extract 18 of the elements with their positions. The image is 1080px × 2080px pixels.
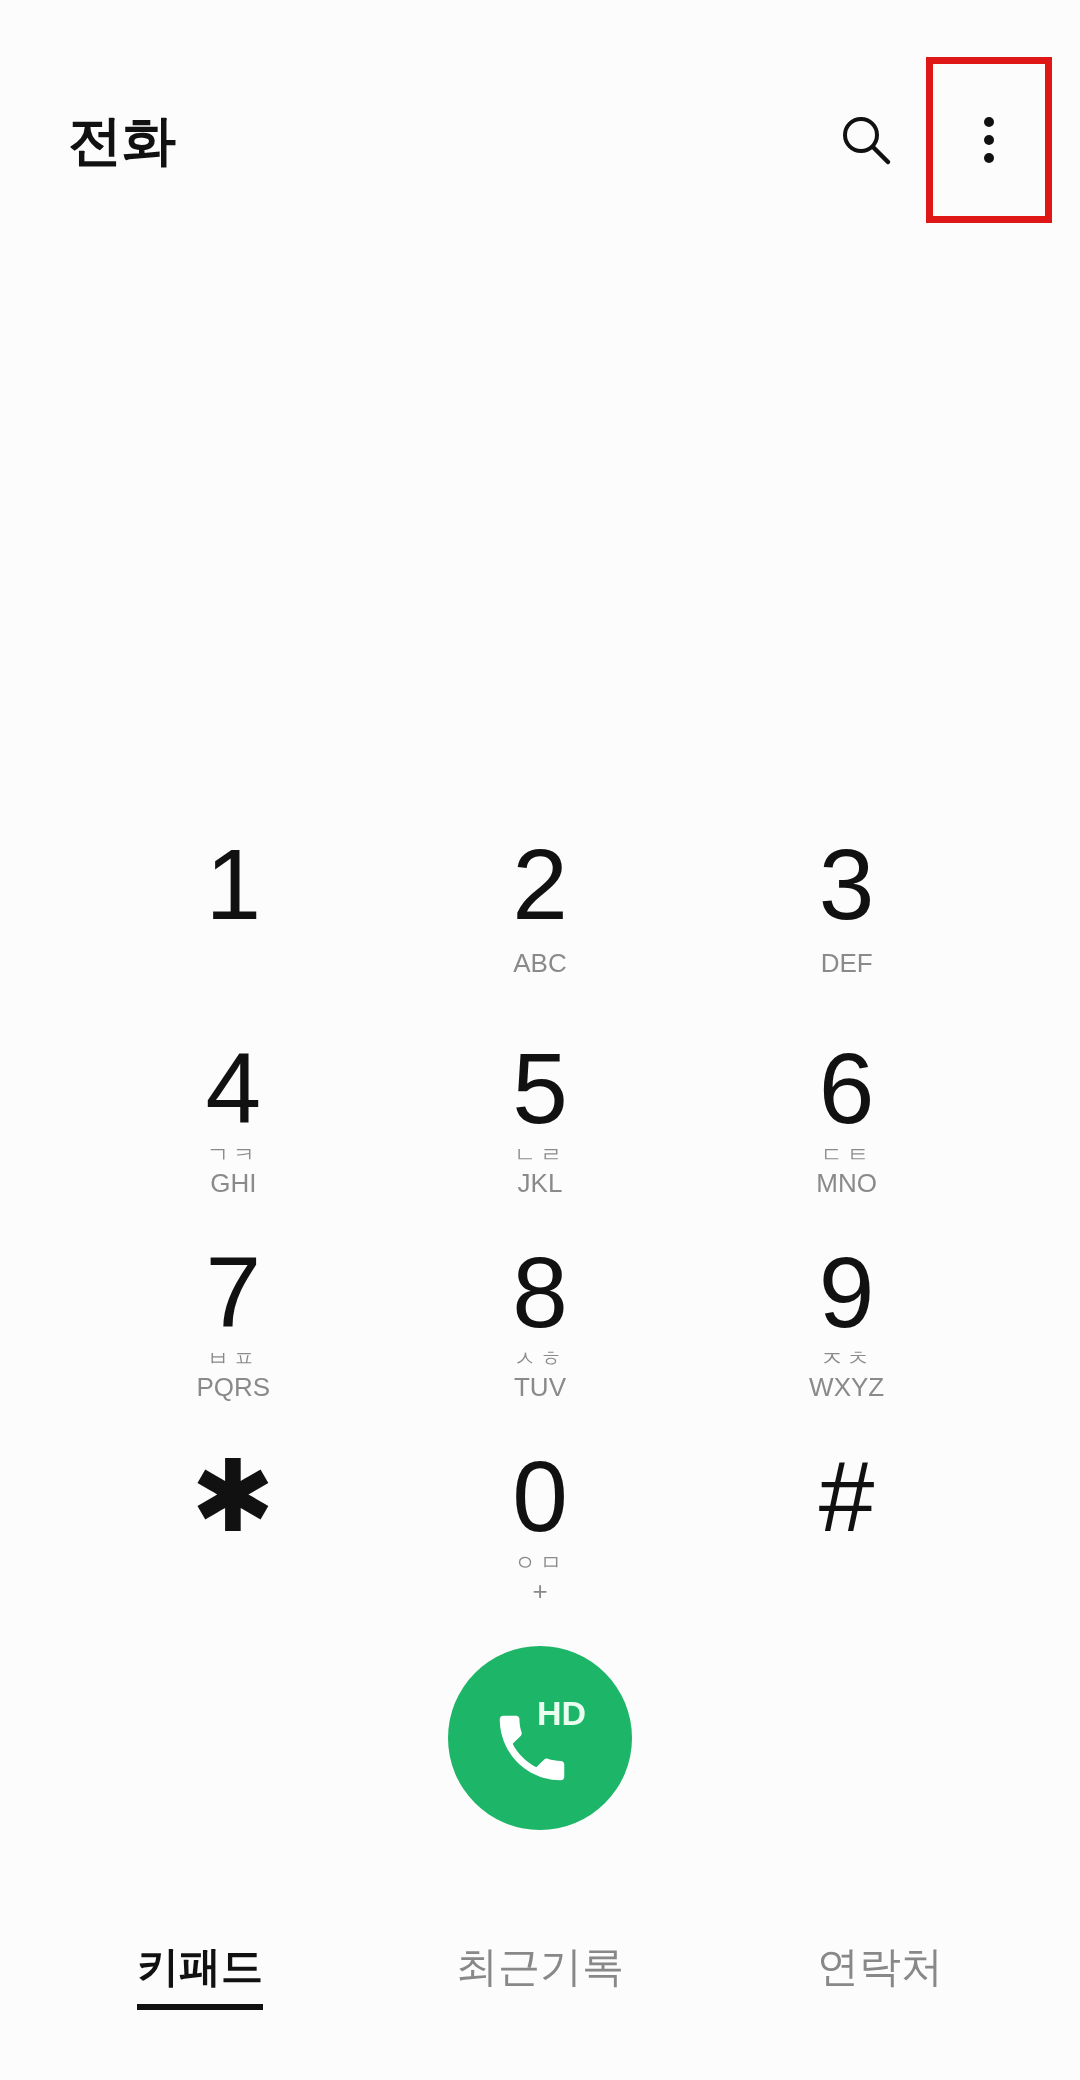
dial-key[interactable]: # (693, 1432, 1000, 1636)
dial-key[interactable]: 8 ㅅㅎ TUV (386, 1228, 694, 1432)
dial-key[interactable]: 9 ㅈㅊ WXYZ (693, 1228, 1000, 1432)
dial-key[interactable]: 4 ㄱㅋ GHI (80, 1024, 387, 1228)
hd-label: HD (536, 1693, 586, 1734)
dial-key[interactable]: ✱ (80, 1432, 387, 1636)
dial-key[interactable]: 1 (80, 820, 387, 1024)
dial-key[interactable]: 0 ㅇㅁ + (386, 1432, 694, 1636)
search-icon (840, 114, 892, 166)
screen-title: 전화 (68, 107, 177, 174)
dial-key[interactable]: 5 ㄴㄹ JKL (386, 1024, 694, 1228)
dial-key[interactable]: 6 ㄷㅌ MNO (693, 1024, 1000, 1228)
dial-key[interactable]: 7 ㅂㅍ PQRS (80, 1228, 387, 1432)
dial-key[interactable]: 2 ABC (386, 820, 694, 1024)
dial-key[interactable]: 3 DEF (693, 820, 1000, 1024)
tab[interactable]: 키패드 (136, 1935, 263, 2010)
more-options-icon (983, 116, 995, 164)
more-options-button[interactable] (926, 57, 1052, 223)
